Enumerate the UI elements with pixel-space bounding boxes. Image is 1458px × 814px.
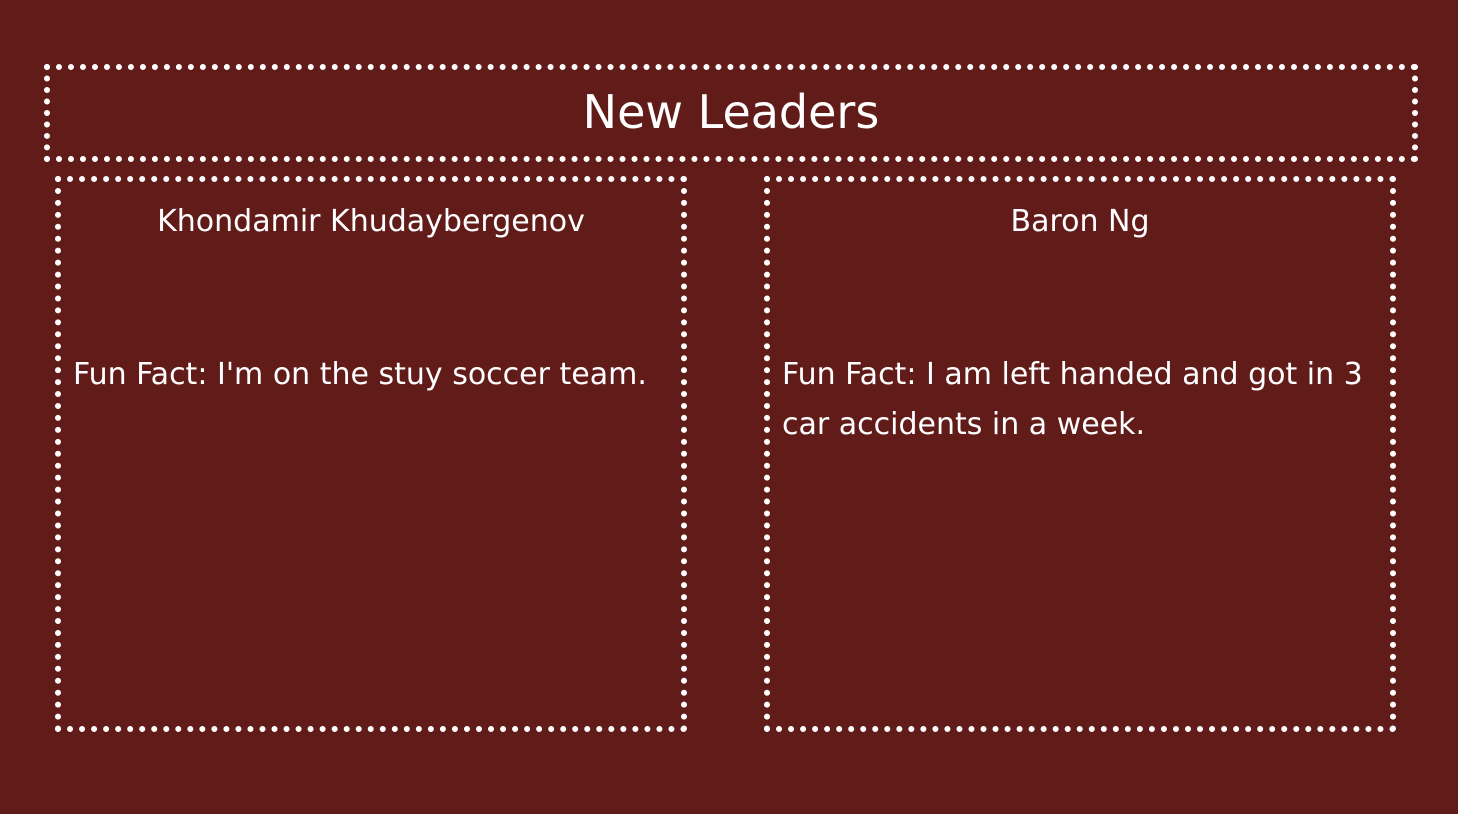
leader-fun-fact: Fun Fact: I'm on the stuy soccer team. (73, 357, 647, 392)
leader-name: Baron Ng (1010, 204, 1150, 239)
leader-fun-fact: Fun Fact: I am left handed and got in 3 … (782, 357, 1363, 442)
leader-card-khondamir: Khondamir Khudaybergenov Fun Fact: I'm o… (55, 176, 687, 732)
leader-name: Khondamir Khudaybergenov (157, 204, 585, 239)
leader-card-baron: Baron Ng Fun Fact: I am left handed and … (764, 176, 1396, 732)
title-box: New Leaders (44, 64, 1418, 162)
slide-title: New Leaders (582, 85, 880, 139)
